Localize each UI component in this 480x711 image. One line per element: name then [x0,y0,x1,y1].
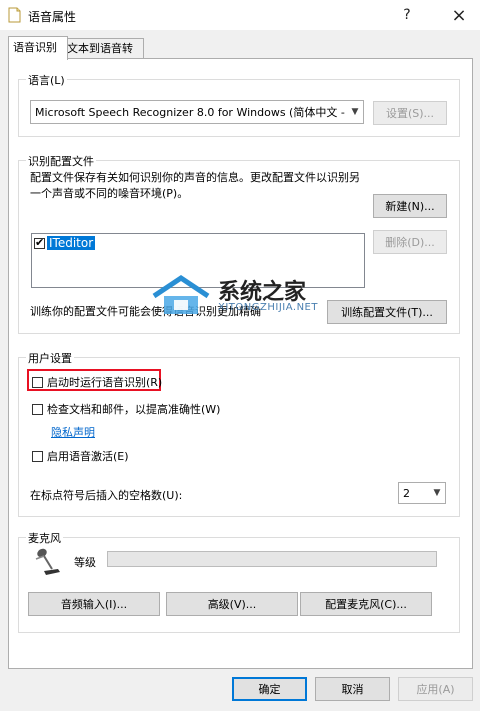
document-icon [8,7,21,23]
level-label: 等级 [74,556,96,569]
review-documents-option[interactable]: 检查文档和邮件，以提高准确性(W) [32,401,220,417]
advanced-button[interactable]: 高级(V)... [166,592,298,616]
close-button[interactable]: × [444,0,474,30]
configure-microphone-button[interactable]: 配置麦克风(C)... [300,592,432,616]
voice-activation-option[interactable]: 启用语音激活(E) [32,448,129,464]
title-bar[interactable]: 语音属性 ? × [0,0,480,30]
spaces-select-value: 2 [403,486,410,500]
tab-label: 语音识别 [13,41,57,54]
microphone-icon [35,548,60,575]
run-at-startup-label: 启动时运行语音识别(R) [47,376,163,389]
close-icon: × [451,4,467,26]
button-label: 确定 [258,683,281,696]
help-button[interactable]: ? [392,0,422,30]
button-label: 应用(A) [416,683,455,696]
review-documents-checkbox[interactable] [32,403,43,415]
profile-description: 配置文件保存有关如何识别你的声音的信息。更改配置文件以识别另一个声音或不同的噪音… [30,171,360,200]
language-select[interactable]: Microsoft Speech Recognizer 8.0 for Wind… [30,100,364,124]
language-settings-button[interactable]: 设置(S)... [373,101,447,125]
language-select-value: Microsoft Speech Recognizer 8.0 for Wind… [35,106,347,119]
train-profile-button[interactable]: 训练配置文件(T)... [327,300,447,324]
check-icon: ✔ [35,235,45,249]
run-at-startup-option[interactable]: 启动时运行语音识别(R) [32,374,162,390]
spaces-label: 在标点符号后插入的空格数(U): [30,489,183,502]
audio-input-button[interactable]: 音频输入(I)... [28,592,160,616]
new-profile-button[interactable]: 新建(N)... [373,194,447,218]
button-label: 取消 [341,683,364,696]
voice-activation-label: 启用语音激活(E) [47,450,129,463]
cancel-button[interactable]: 取消 [315,677,390,701]
profile-list[interactable]: ✔ ITeditor [31,233,365,288]
run-at-startup-checkbox[interactable] [32,376,43,388]
delete-profile-button[interactable]: 删除(D)... [373,230,447,254]
button-label: 删除(D)... [385,236,435,249]
train-description: 训练你的配置文件可能会使得语音识别更加精确 [30,305,261,318]
profile-name: ITeditor [47,236,96,250]
ok-button[interactable]: 确定 [232,677,307,701]
tab-text-to-speech[interactable]: 文本到语音转换 [62,38,144,74]
microphone-group-label: 麦克风 [26,530,63,546]
chevron-down-icon: ▼ [351,107,359,117]
apply-button[interactable]: 应用(A) [398,677,473,701]
window-title: 语音属性 [28,10,77,24]
privacy-link[interactable]: 隐私声明 [51,424,95,440]
tab-speech-recognition[interactable]: 语音识别 [8,36,68,60]
button-label: 设置(S)... [385,107,435,120]
user-settings-group-label: 用户设置 [26,350,74,366]
profile-checkbox[interactable]: ✔ [34,235,45,249]
chevron-down-icon: ▼ [433,488,441,498]
button-label: 新建(N)... [385,200,435,213]
level-meter [107,551,437,567]
help-icon: ? [403,7,411,23]
button-label: 训练配置文件(T)... [341,306,433,319]
profile-group-label: 识别配置文件 [26,153,96,169]
review-documents-label: 检查文档和邮件，以提高准确性(W) [47,403,221,416]
list-item[interactable]: ✔ ITeditor [34,235,96,250]
button-label: 配置麦克风(C)... [325,598,407,611]
voice-activation-checkbox[interactable] [32,450,43,462]
button-label: 高级(V)... [207,598,257,611]
button-label: 音频输入(I)... [60,598,128,611]
language-group-label: 语言(L) [26,72,67,88]
spaces-select[interactable]: 2 ▼ [398,482,446,504]
